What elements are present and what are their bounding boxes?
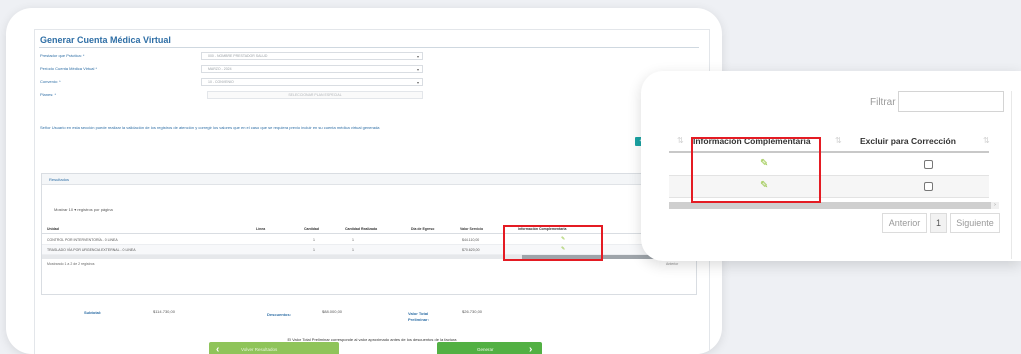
col-unidad[interactable]: Unidad [47, 227, 59, 231]
prestador-select[interactable]: 000 - NOMBRE PRESTADOR SALUD ▾ [201, 52, 423, 60]
cell-cantidad: 1 [313, 248, 315, 252]
highlight-box [691, 137, 821, 203]
col-dia-egreso[interactable]: Día de Egreso [411, 227, 434, 231]
screenshot-stage: Generar Cuenta Médica Virtual Prestador … [0, 0, 1021, 354]
sort-icon[interactable]: ⇅ [677, 136, 684, 145]
chevron-down-icon: ▾ [416, 67, 419, 72]
main-form-card: Generar Cuenta Médica Virtual Prestador … [6, 8, 722, 354]
total-label: Valor Total Preliminar: [408, 311, 429, 322]
chevron-left-icon: ‹ [216, 344, 220, 354]
results-title: Resultados [49, 177, 70, 182]
highlight-box [503, 225, 603, 261]
results-header: Resultados [42, 174, 696, 185]
scroll-right-icon[interactable]: › [991, 202, 999, 209]
col-cantidad-realizada[interactable]: Cantidad Realizada [345, 227, 377, 231]
prestador-label: Prestador que Práctica: * [40, 53, 85, 58]
generate-button-label: Generar [477, 347, 494, 352]
filter-input[interactable] [898, 91, 1004, 112]
page-1-button[interactable]: 1 [930, 213, 947, 233]
convenio-select[interactable]: 10 - CONVENIO ▾ [201, 78, 423, 86]
panel-divider [1011, 91, 1012, 259]
cell-unidad: CONTROL POR INTERVENTORÍA - 0 LINEA [47, 238, 118, 242]
total-value: $26.730,00 [462, 309, 483, 314]
sort-icon[interactable]: ⇅ [835, 136, 842, 145]
next-page-button[interactable]: Siguiente [950, 213, 1000, 233]
chevron-right-icon: › [529, 344, 533, 354]
title-divider [39, 47, 699, 48]
periodo-label: Período Cuenta Médica Virtual * [40, 66, 98, 71]
footnote-text: El Valor Total Preliminar corresponde al… [287, 337, 457, 342]
info-note: Señor Usuario en esta sección puede real… [40, 125, 380, 130]
periodo-value: MARZO - 2024 [208, 67, 232, 71]
cell-realizada: 1 [352, 248, 354, 252]
records-info: Mostrando 1 a 2 de 2 registros [47, 262, 95, 266]
periodo-select[interactable]: MARZO - 2024 ▾ [201, 65, 423, 73]
prestador-value: 000 - NOMBRE PRESTADOR SALUD [208, 54, 268, 58]
chevron-down-icon: ▾ [416, 54, 419, 59]
back-button[interactable]: ‹ Volver Resultados [209, 342, 339, 354]
cell-realizada: 1 [352, 238, 354, 242]
page-size-select[interactable]: Mostrar 10 ▾ registros por página [54, 207, 113, 212]
col-excluir-correccion[interactable]: Excluir para Corrección [860, 136, 956, 146]
subtotal-label: Subtotal: [84, 310, 102, 315]
exclude-checkbox[interactable] [924, 160, 933, 169]
page-title: Generar Cuenta Médica Virtual [40, 35, 171, 45]
sort-icon[interactable]: ⇅ [983, 136, 990, 145]
cell-valor: $44.110,00 [462, 238, 480, 242]
exclude-checkbox[interactable] [924, 182, 933, 191]
generate-button[interactable]: Generar › [437, 342, 542, 354]
col-valor-servicio[interactable]: Valor Servicio [460, 227, 483, 231]
planes-label: Planes: * [40, 92, 57, 97]
prev-page-button[interactable]: Anterior [882, 213, 927, 233]
cell-valor: $70.620,00 [462, 248, 480, 252]
col-cantidad[interactable]: Cantidad [304, 227, 319, 231]
filter-label: Filtrar [870, 97, 896, 108]
discount-label: Descuentos: [267, 312, 292, 317]
col-linea[interactable]: Línea [256, 227, 265, 231]
form-container: Generar Cuenta Médica Virtual Prestador … [34, 29, 710, 354]
subtotal-value: $114.730,00 [153, 309, 175, 314]
horizontal-scrollbar[interactable] [669, 202, 991, 209]
planes-select[interactable]: SELECCIONAR PLAN ESPECIAL [207, 91, 423, 99]
back-button-label: Volver Resultados [241, 347, 278, 352]
convenio-value: 10 - CONVENIO [208, 80, 234, 84]
discount-value: $88.000,00 [322, 309, 343, 314]
planes-value: SELECCIONAR PLAN ESPECIAL [288, 93, 342, 97]
cell-cantidad: 1 [313, 238, 315, 242]
prev-page-button[interactable]: Anterior [666, 262, 678, 266]
convenio-label: Convenio: * [40, 79, 61, 84]
chevron-down-icon: ▾ [416, 80, 419, 85]
cell-unidad: TRASLADO VÍA POR URGENCIA EXTERNAL - 0 L… [47, 248, 136, 252]
